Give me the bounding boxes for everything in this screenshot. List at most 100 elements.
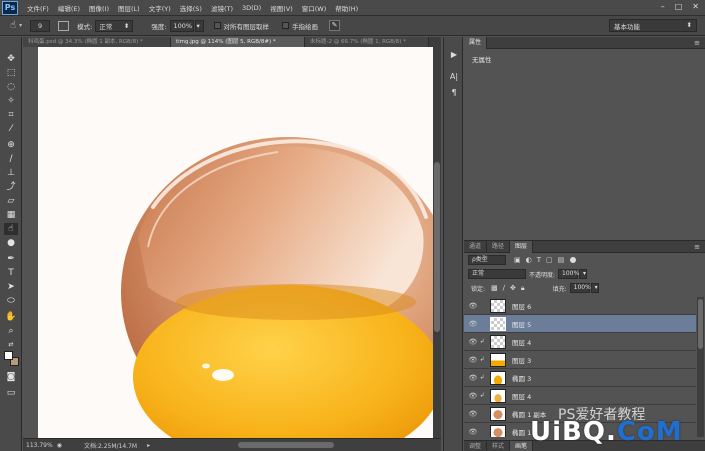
tab-document-3[interactable]: 未标题-2 @ 66.7% (椭圆 1, RGB/8) * (305, 37, 429, 47)
layer-row[interactable]: 👁︎ 图层 6 (464, 297, 696, 315)
filter-smart-icon[interactable]: ▤ (558, 256, 565, 264)
blend-mode-select[interactable]: 正常 (468, 269, 526, 279)
type-tool-icon[interactable]: T (4, 267, 18, 279)
pen-tool-icon[interactable]: ✒ (4, 253, 18, 265)
filter-adjust-icon[interactable]: ◐ (526, 256, 532, 264)
tab-styles[interactable]: 样式 (487, 440, 511, 451)
pressure-icon[interactable]: ✎ (329, 20, 341, 31)
scrollbar-thumb[interactable] (698, 299, 703, 349)
fill-dropdown[interactable]: ▾ (590, 283, 599, 293)
paragraph-panel-icon[interactable]: ¶ (448, 87, 460, 99)
marquee-tool-icon[interactable]: ⬚ (4, 67, 18, 79)
path-select-tool-icon[interactable]: ➤ (4, 281, 18, 293)
filter-type-icon[interactable]: T (537, 256, 541, 264)
minimize-button[interactable]: – (661, 2, 665, 11)
stamp-tool-icon[interactable]: ⊥ (4, 167, 18, 179)
character-panel-icon[interactable]: A| (448, 71, 460, 83)
eyedropper-tool-icon[interactable]: ⁄ (4, 123, 18, 135)
fill-input[interactable]: 100% (569, 283, 591, 293)
tab-paths[interactable]: 路径 (487, 240, 511, 253)
hand-tool-icon[interactable]: ✋ (4, 311, 18, 323)
menu-image[interactable]: 图像(I) (89, 3, 109, 13)
eye-icon[interactable]: 👁︎ (468, 428, 478, 436)
layer-row[interactable]: 👁︎ ↲ 椭圆 3 (464, 369, 696, 387)
canvas-area[interactable] (23, 47, 433, 438)
workspace-select[interactable]: 基本功能 ⬍ (609, 19, 697, 32)
menu-select[interactable]: 选择(S) (180, 3, 202, 13)
lock-transparent-icon[interactable]: ▩ (491, 284, 498, 292)
layer-filter-select[interactable]: ρ类型 (468, 255, 506, 265)
lock-paint-icon[interactable]: ∕ (503, 284, 505, 292)
horizontal-scrollbar-thumb[interactable] (238, 442, 334, 448)
document-canvas[interactable] (38, 47, 433, 438)
menu-3d[interactable]: 3D(D) (242, 4, 261, 12)
layer-row[interactable]: 👁︎ ↲ 图层 4 (464, 387, 696, 405)
dodge-tool-icon[interactable]: ● (4, 237, 18, 249)
menu-view[interactable]: 视图(V) (270, 3, 293, 13)
menu-edit[interactable]: 编辑(E) (58, 3, 80, 13)
layers-scrollbar[interactable] (697, 297, 704, 437)
healing-tool-icon[interactable]: ⊕ (4, 139, 18, 151)
eye-icon[interactable]: 👁︎ (468, 392, 478, 400)
tab-document-2[interactable]: timg.jpg @ 114% (图层 5, RGB/8#) * (171, 37, 305, 47)
eye-icon[interactable]: 👁︎ (468, 302, 478, 310)
panel-menu-icon[interactable]: ≡ (694, 39, 700, 47)
eraser-tool-icon[interactable]: ▱ (4, 195, 18, 207)
scrollbar-thumb[interactable] (434, 162, 440, 332)
smudge-tool-icon[interactable]: ☝ (10, 20, 16, 31)
maximize-button[interactable]: □ (675, 2, 683, 11)
lock-move-icon[interactable]: ✥ (510, 284, 516, 292)
tab-adjustments[interactable]: 调整 (464, 440, 488, 451)
quick-mask-icon[interactable]: ◙ (4, 371, 18, 383)
mode-select[interactable]: 正常 ⬍ (95, 19, 134, 32)
menu-file[interactable]: 文件(F) (27, 3, 49, 13)
tab-channels[interactable]: 通道 (464, 240, 488, 253)
brush-tool-icon[interactable]: ∕ (4, 153, 18, 165)
zoom-tool-icon[interactable]: ⌕ (4, 325, 18, 337)
filter-pixel-icon[interactable]: ▣ (514, 256, 521, 264)
tab-properties[interactable]: 属性 (464, 36, 488, 49)
strength-input[interactable]: 100% (169, 19, 194, 32)
menu-layer[interactable]: 图层(L) (118, 3, 140, 13)
eye-icon[interactable]: 👁︎ (468, 320, 478, 328)
eye-icon[interactable]: 👁︎ (468, 410, 478, 418)
layer-row[interactable]: 👁︎ ↲ 图层 3 (464, 351, 696, 369)
filter-toggle-icon[interactable] (570, 257, 577, 263)
opacity-dropdown[interactable]: ▾ (579, 269, 588, 279)
swap-colors-icon[interactable]: ⇄ (4, 339, 18, 351)
quick-select-tool-icon[interactable]: ✧ (4, 95, 18, 107)
panel-menu-icon[interactable]: ≡ (694, 243, 700, 251)
eye-icon[interactable]: 👁︎ (468, 356, 478, 364)
brush-panel-icon[interactable] (58, 20, 70, 31)
menu-filter[interactable]: 滤镜(T) (211, 3, 233, 13)
screen-mode-icon[interactable]: ▭ (4, 387, 18, 399)
crop-tool-icon[interactable]: ⌗ (4, 109, 18, 121)
gradient-tool-icon[interactable]: ▦ (4, 209, 18, 221)
tab-layers[interactable]: 图层 (510, 240, 534, 253)
lasso-tool-icon[interactable]: ◌ (4, 81, 18, 93)
play-icon[interactable]: ▶ (448, 49, 460, 61)
menu-window[interactable]: 窗口(W) (302, 3, 327, 13)
move-tool-icon[interactable]: ✥ (4, 53, 18, 65)
canvas-vertical-scrollbar[interactable] (433, 47, 441, 438)
brush-size-picker[interactable]: 9 (30, 19, 51, 32)
lock-all-icon[interactable]: 🔒︎ (521, 284, 525, 293)
status-arrow-icon[interactable]: ▸ (147, 442, 150, 449)
eye-icon[interactable]: 👁︎ (468, 374, 478, 382)
strength-dropdown[interactable]: ▾ (194, 19, 204, 32)
eye-icon[interactable]: 👁︎ (468, 338, 478, 346)
history-brush-icon[interactable]: ⤴ (4, 181, 18, 193)
layer-row[interactable]: 👁︎ ↲ 图层 4 (464, 333, 696, 351)
finger-paint-checkbox[interactable] (282, 22, 290, 29)
sample-all-checkbox[interactable] (213, 22, 221, 29)
filter-shape-icon[interactable]: ▢ (546, 256, 553, 264)
zoom-level[interactable]: 113.79% (26, 442, 53, 449)
menu-help[interactable]: 帮助(H) (335, 3, 358, 13)
shape-tool-icon[interactable]: ⬭ (4, 295, 18, 307)
smudge-tool-icon[interactable]: ☝ (4, 223, 18, 235)
color-swatches[interactable] (4, 351, 20, 367)
layer-row[interactable]: 👁︎ 图层 5 (464, 315, 696, 333)
opacity-input[interactable]: 100% (558, 269, 579, 279)
foreground-color-swatch[interactable] (4, 351, 13, 360)
chevron-down-icon[interactable]: ▾ (19, 22, 22, 29)
